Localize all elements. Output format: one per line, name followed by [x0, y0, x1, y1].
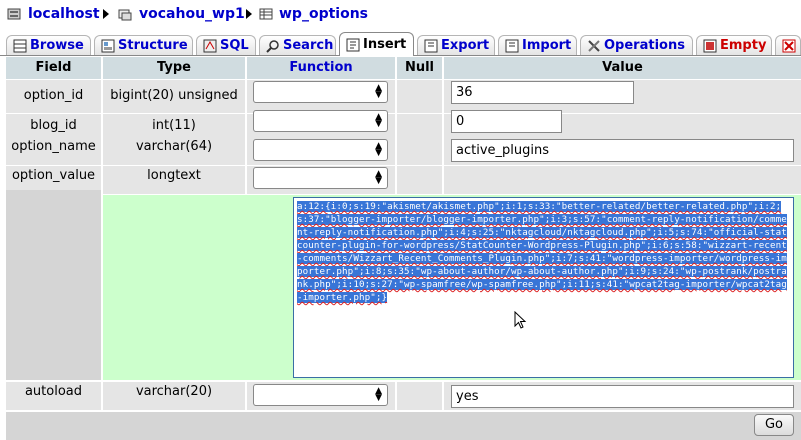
type-autoload: varchar(20)	[103, 382, 245, 410]
type-option_name: varchar(64)	[103, 135, 245, 165]
select-arrows-icon: ▲ ▼	[375, 386, 382, 403]
tab-import[interactable]: Import	[498, 35, 577, 55]
server-icon	[7, 8, 21, 20]
table-icon	[259, 8, 273, 20]
tab-empty[interactable]: Empty	[696, 35, 772, 55]
tab-browse[interactable]: Browse	[6, 35, 91, 55]
select-arrows-icon: ▲ ▼	[375, 141, 382, 158]
sql-icon	[203, 39, 217, 52]
header-type: Type	[103, 57, 245, 79]
field-option_value: option_value	[6, 166, 101, 190]
header-null: Null	[397, 57, 442, 79]
footer-bar	[6, 412, 801, 440]
field-cell-bg	[6, 166, 101, 380]
tab-export[interactable]: Export	[417, 35, 495, 55]
tab-operations-label: Operations	[604, 38, 685, 53]
tab-sql[interactable]: SQL	[196, 35, 256, 55]
breadcrumb-table[interactable]: wp_options	[259, 6, 368, 22]
breadcrumb: localhost vocahou_wp1 wp_options	[0, 0, 801, 32]
tab-bar: Browse Structure SQL Search Insert Expor…	[0, 32, 801, 56]
breadcrumb-separator-icon	[246, 9, 252, 19]
tab-drop[interactable]	[775, 35, 801, 55]
tab-search[interactable]: Search	[259, 35, 336, 55]
function-select-option_value[interactable]: ▲ ▼	[253, 167, 388, 189]
go-button[interactable]: Go	[754, 414, 794, 436]
header-function[interactable]: Function	[247, 57, 395, 79]
tab-insert-label: Insert	[363, 37, 407, 52]
tab-sql-label: SQL	[220, 38, 249, 53]
tab-browse-label: Browse	[30, 38, 84, 53]
breadcrumb-database-label: vocahou_wp1	[139, 6, 245, 22]
selected-text: a:12:{i:0;s:19:"akismet/akismet.php";i:1…	[297, 201, 787, 303]
tab-structure-label: Structure	[118, 38, 188, 53]
header-value: Value	[444, 57, 801, 79]
insert-icon	[346, 38, 360, 51]
close-icon	[782, 39, 796, 52]
type-option_id: bigint(20) unsigned	[103, 80, 245, 113]
search-icon	[266, 39, 279, 53]
function-select-blog_id[interactable]: ▲ ▼	[253, 110, 388, 132]
null-cell	[397, 382, 442, 410]
value-input-autoload[interactable]: yes	[451, 385, 794, 408]
structure-icon	[101, 39, 115, 52]
function-select-option_id[interactable]: ▲ ▼	[253, 81, 388, 103]
tab-insert[interactable]: Insert	[339, 32, 414, 56]
null-cell	[397, 135, 442, 165]
browse-icon	[13, 39, 27, 52]
value-input-option_id[interactable]: 36	[451, 81, 634, 104]
import-icon	[505, 39, 519, 52]
field-option_name: option_name	[6, 135, 101, 165]
empty-icon	[703, 39, 717, 52]
mouse-cursor-icon	[514, 311, 527, 329]
select-arrows-icon: ▲ ▼	[375, 112, 382, 129]
breadcrumb-database[interactable]: vocahou_wp1	[117, 6, 245, 22]
breadcrumb-table-label: wp_options	[279, 6, 369, 22]
database-icon	[118, 9, 132, 21]
tab-import-label: Import	[522, 38, 572, 53]
breadcrumb-server[interactable]: localhost	[6, 6, 100, 22]
type-option_value: longtext	[103, 166, 245, 194]
header-field: Field	[6, 57, 101, 79]
function-select-autoload[interactable]: ▲ ▼	[253, 384, 388, 406]
null-cell	[397, 80, 442, 113]
function-select-option_name[interactable]: ▲ ▼	[253, 139, 388, 161]
null-cell	[397, 166, 442, 194]
field-option_id: option_id	[6, 80, 101, 113]
tab-export-label: Export	[441, 38, 490, 53]
tab-search-label: Search	[283, 38, 334, 53]
value-input-blog_id[interactable]: 0	[451, 110, 562, 133]
value-input-option_name[interactable]: active_plugins	[451, 139, 794, 162]
breadcrumb-server-label: localhost	[28, 6, 100, 22]
breadcrumb-separator-icon	[103, 9, 109, 19]
value-textarea-option_value[interactable]: a:12:{i:0;s:19:"akismet/akismet.php";i:1…	[293, 197, 794, 378]
operations-icon	[588, 39, 600, 52]
select-arrows-icon: ▲ ▼	[375, 169, 382, 186]
export-icon	[424, 39, 438, 52]
field-autoload: autoload	[6, 382, 101, 410]
select-arrows-icon: ▲ ▼	[375, 83, 382, 100]
value-cell	[444, 166, 801, 194]
tab-structure[interactable]: Structure	[94, 35, 193, 55]
tab-empty-label: Empty	[720, 38, 767, 53]
tab-operations[interactable]: Operations	[580, 35, 693, 55]
